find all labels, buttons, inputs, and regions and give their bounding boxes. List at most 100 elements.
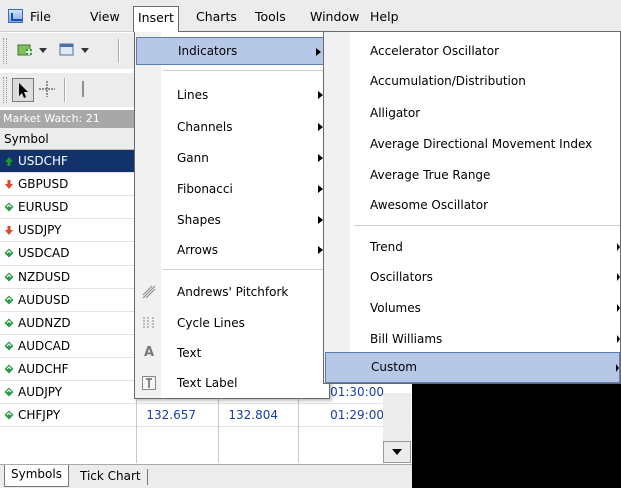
- arrow-down-icon: [4, 223, 18, 237]
- arrow-up-icon: [4, 154, 18, 168]
- submenu-item-oscillators[interactable]: Oscillators: [324, 262, 620, 292]
- vertical-line-icon: [82, 81, 84, 97]
- pitchfork-icon: [141, 284, 157, 300]
- table-row[interactable]: CHFJPY 132.657 132.804 01:29:00: [0, 404, 412, 427]
- submenu-item-bill-williams[interactable]: Bill Williams: [324, 324, 620, 354]
- menu-item-indicators[interactable]: Indicators: [136, 37, 328, 65]
- app-icon: [8, 9, 23, 23]
- menu-separator: [354, 225, 620, 226]
- menu-item-label: Trend: [370, 240, 403, 254]
- column-divider: [136, 393, 137, 463]
- cycle-lines-icon: [141, 315, 157, 331]
- submenu-arrow-icon: [617, 335, 620, 343]
- menu-item-arrows[interactable]: Arrows: [135, 235, 329, 265]
- menu-help[interactable]: Help: [370, 8, 399, 28]
- market-watch-title: Market Watch: 21: [0, 110, 136, 128]
- symbol-column-header[interactable]: Symbol: [0, 128, 136, 150]
- profiles-button[interactable]: [54, 39, 92, 61]
- menu-item-shapes[interactable]: Shapes: [135, 205, 329, 235]
- menu-item-label: Shapes: [177, 213, 221, 227]
- symbol-cell: AUDCAD: [4, 335, 134, 358]
- menu-item-label: Accelerator Oscillator: [370, 44, 500, 58]
- insert-menu: Indicators Lines Channels Gann Fibonacci Shap…: [134, 31, 330, 399]
- menu-item-label: Text Label: [177, 376, 238, 390]
- symbol-name: AUDJPY: [18, 385, 63, 399]
- toolbar-grip[interactable]: [3, 38, 7, 64]
- cursor-icon: [19, 83, 28, 98]
- time-cell: 01:30:00: [330, 385, 384, 399]
- submenu-arrow-icon: [617, 273, 620, 281]
- diamond-arrow-icon: [4, 200, 18, 214]
- vertical-line-button[interactable]: [72, 78, 94, 102]
- diamond-arrow-icon: [4, 339, 18, 353]
- menu-item-label: Alligator: [370, 106, 421, 120]
- profiles-icon: [59, 43, 74, 56]
- menu-view[interactable]: View: [90, 8, 120, 28]
- new-chart-button[interactable]: [12, 39, 50, 61]
- submenu-item-accumulation-distribution[interactable]: Accumulation/Distribution: [324, 66, 620, 96]
- submenu-item-volumes[interactable]: Volumes: [324, 293, 620, 323]
- menu-file[interactable]: File: [30, 8, 51, 28]
- menu-item-gann[interactable]: Gann: [135, 143, 329, 173]
- toolbar-separator: [118, 39, 120, 63]
- symbol-name: AUDUSD: [18, 292, 70, 307]
- cursor-button[interactable]: [12, 78, 34, 102]
- submenu-item-custom[interactable]: Custom: [325, 352, 620, 383]
- menu-item-label: Cycle Lines: [177, 316, 245, 330]
- submenu-item-average-true-range[interactable]: Average True Range: [324, 160, 620, 190]
- symbol-cell: EURUSD: [4, 196, 134, 219]
- tab-symbols[interactable]: Symbols: [4, 465, 69, 487]
- menu-item-label: Gann: [177, 151, 209, 165]
- menu-item-label: Lines: [177, 88, 209, 102]
- diamond-arrow-icon: [4, 316, 18, 330]
- submenu-item-awesome-oscillator[interactable]: Awesome Oscillator: [324, 190, 620, 220]
- menu-separator: [163, 269, 327, 270]
- menu-item-cycle-lines[interactable]: Cycle Lines: [135, 308, 329, 338]
- menu-insert[interactable]: Insert: [133, 6, 179, 32]
- crosshair-button[interactable]: [36, 78, 58, 102]
- diamond-arrow-icon: [4, 293, 18, 307]
- symbol-name: EURUSD: [18, 200, 69, 215]
- arrow-down-icon: [4, 177, 18, 191]
- symbol-name: USDCHF: [18, 154, 68, 168]
- column-divider: [298, 393, 299, 463]
- menu-item-text-label[interactable]: Text Label: [135, 368, 329, 398]
- symbol-cell: CHFJPY: [4, 404, 134, 427]
- menu-item-channels[interactable]: Channels: [135, 112, 329, 142]
- menu-item-text[interactable]: A Text: [135, 338, 329, 368]
- text-icon: A: [143, 345, 155, 360]
- menu-item-lines[interactable]: Lines: [135, 80, 329, 110]
- tab-tick-chart[interactable]: Tick Chart: [74, 467, 147, 487]
- menu-item-label: Bill Williams: [370, 332, 443, 346]
- submenu-item-average-directional-movement-index[interactable]: Average Directional Movement Index: [324, 129, 620, 159]
- menu-item-label: Fibonacci: [177, 182, 233, 196]
- symbol-cell: AUDNZD: [4, 312, 134, 335]
- menu-item-label: Average Directional Movement Index: [370, 137, 593, 151]
- menu-charts[interactable]: Charts: [196, 8, 237, 28]
- menu-item-andrews-pitchfork[interactable]: Andrews' Pitchfork: [135, 277, 329, 307]
- submenu-item-alligator[interactable]: Alligator: [324, 98, 620, 128]
- submenu-arrow-icon: [617, 243, 620, 251]
- submenu-item-accelerator-oscillator[interactable]: Accelerator Oscillator: [324, 36, 620, 66]
- diamond-arrow-icon: [4, 246, 18, 260]
- standard-toolbar: [0, 33, 140, 69]
- menu-window[interactable]: Window: [310, 8, 359, 28]
- menu-tools[interactable]: Tools: [255, 8, 286, 28]
- chart-area[interactable]: [412, 384, 621, 488]
- tab-divider: [147, 469, 148, 485]
- submenu-arrow-icon: [316, 48, 321, 56]
- symbol-cell: GBPUSD: [4, 173, 134, 196]
- symbol-name: CHFJPY: [18, 408, 61, 423]
- crosshair-icon: [39, 81, 55, 97]
- ask-cell: 132.804: [228, 408, 278, 423]
- scroll-down-button[interactable]: [383, 441, 411, 463]
- submenu-item-trend[interactable]: Trend: [324, 232, 620, 262]
- symbol-name: NZDUSD: [18, 269, 71, 284]
- toolbar-grip[interactable]: [3, 77, 7, 103]
- menu-item-label: Channels: [177, 120, 233, 134]
- symbol-name: GBPUSD: [18, 177, 69, 192]
- menu-item-label: Custom: [371, 360, 417, 374]
- symbol-cell: AUDUSD: [4, 289, 134, 312]
- menu-item-fibonacci[interactable]: Fibonacci: [135, 174, 329, 204]
- submenu-arrow-icon: [616, 364, 619, 372]
